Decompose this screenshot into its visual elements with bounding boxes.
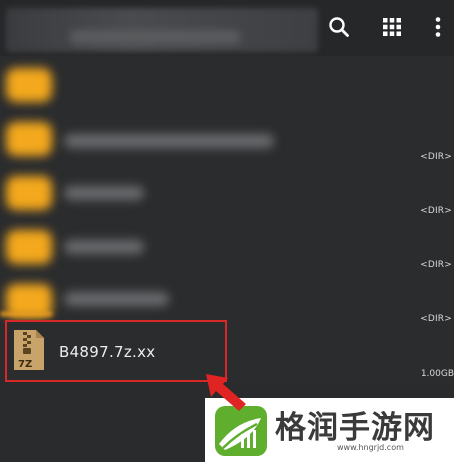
scroll-indicator — [0, 312, 52, 316]
blurred-name — [64, 134, 274, 148]
list-item[interactable]: <DIR> — [0, 218, 454, 272]
app-toolbar — [0, 0, 454, 56]
file-size: 1.00GB — [420, 369, 454, 379]
dir-label: <DIR> — [420, 152, 452, 162]
grid-view-icon[interactable] — [375, 10, 409, 44]
blurred-path — [70, 30, 240, 44]
folder-icon — [6, 176, 52, 210]
folder-icon — [6, 122, 52, 156]
more-vertical-icon[interactable] — [421, 10, 454, 44]
list-item[interactable]: <DIR> — [0, 110, 454, 164]
blurred-name — [64, 292, 169, 306]
list-item[interactable]: <DIR> — [0, 164, 454, 218]
list-item[interactable] — [0, 56, 454, 110]
dir-label: <DIR> — [420, 314, 452, 324]
folder-icon — [6, 230, 52, 264]
watermark-url: www.hngrjd.com — [337, 443, 404, 452]
blurred-name — [64, 240, 144, 254]
archive-file-item[interactable]: 7Z B4897.7z.xx — [5, 320, 227, 382]
leaf-logo-icon — [213, 404, 269, 462]
archive-type-label: 7Z — [18, 359, 32, 370]
watermark-banner: 格润手游网 www.hngrjd.com — [205, 398, 454, 462]
dir-label: <DIR> — [420, 206, 452, 216]
dir-label: <DIR> — [420, 260, 452, 270]
folder-icon — [6, 68, 52, 102]
watermark-title: 格润手游网 — [275, 410, 435, 446]
archive-7z-icon: 7Z — [12, 328, 46, 376]
list-item[interactable]: <DIR> — [0, 272, 454, 326]
blurred-name — [64, 186, 144, 200]
search-icon[interactable] — [322, 10, 356, 44]
file-name: B4897.7z.xx — [59, 343, 156, 361]
